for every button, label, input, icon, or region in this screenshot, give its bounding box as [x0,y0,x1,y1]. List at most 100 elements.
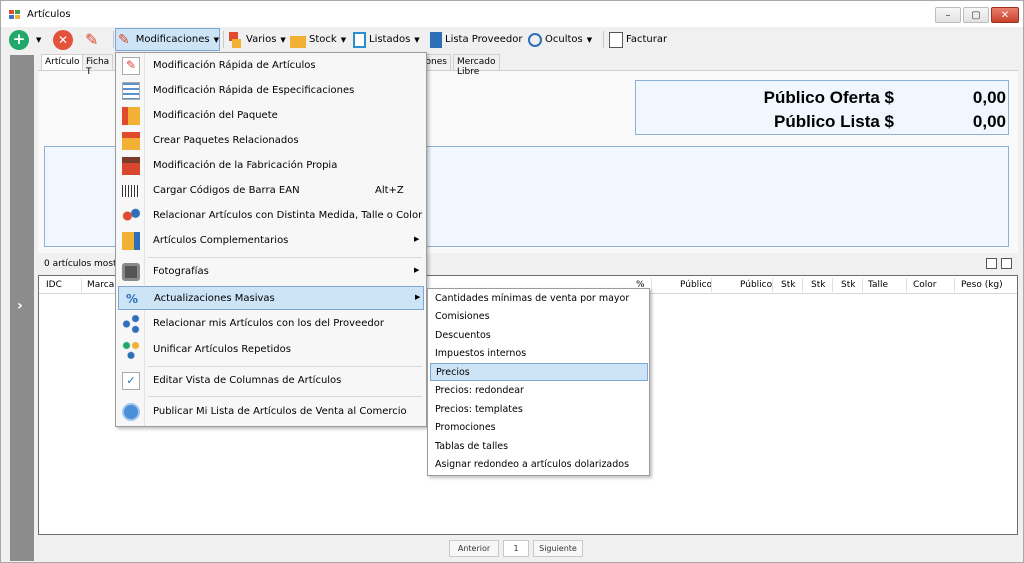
pencil-doc-icon: ✎ [122,57,140,75]
col-stk-3[interactable]: Stk [841,280,855,290]
facturar-label: Facturar [626,34,668,45]
grid-export-icon[interactable] [986,258,997,269]
varios-label: Varios [246,34,277,45]
page-number-field[interactable]: 1 [503,540,529,557]
col-talle[interactable]: Talle [868,280,888,290]
submenu-item-precios[interactable]: Precios [430,363,648,381]
list-icon [122,82,140,100]
modificaciones-dropdown: ✎ Modificación Rápida de Artículos Modif… [115,52,427,427]
col-idc[interactable]: IDC [46,280,62,290]
shapes-icon [227,31,243,48]
col-color[interactable]: Color [913,280,937,290]
toolbar: + ▼ ✕ ✎ ✎ Modificaciones ▼ Varios ▼ Stoc… [9,28,1017,52]
relate-icon [122,207,140,225]
menu-item-unificar[interactable]: Unificar Artículos Repetidos [118,338,424,362]
maximize-button[interactable]: ▢ [963,7,989,23]
factory-icon [122,157,140,175]
barcode-icon [122,185,140,197]
clipboard-icon [353,31,366,48]
supplier-list-icon [430,31,442,48]
menu-item-especificaciones[interactable]: Modificación Rápida de Especificaciones [118,79,424,103]
minimize-button[interactable]: – [935,7,961,23]
menu-item-editar-columnas[interactable]: ✓ Editar Vista de Columnas de Artículos [118,369,424,393]
percent-icon: % [125,292,139,306]
ocultos-menu[interactable]: Ocultos ▼ [528,28,598,51]
package-icon [122,107,140,125]
lista-proveedor-button[interactable]: Lista Proveedor [430,28,524,51]
delete-icon: ✕ [53,29,73,50]
edit-doc-icon: ✎ [118,31,130,48]
prev-page-button[interactable]: Anterior [449,540,499,557]
precio-oferta-row: Público Oferta $ 0,00 [636,88,1010,110]
col-marca[interactable]: Marca [87,280,114,290]
col-publico-1[interactable]: Público [680,280,712,290]
precio-lista-label: Público Lista $ [774,112,894,131]
invoice-icon [609,31,623,48]
menu-item-modificacion-rapida[interactable]: ✎ Modificación Rápida de Artículos [118,54,424,78]
pencil-icon: ✎ [85,29,99,49]
merge-icon [122,341,140,359]
window-title: Artículos [27,9,71,20]
varios-menu[interactable]: Varios ▼ [227,28,287,51]
menu-item-complementarios[interactable]: Artículos Complementarios ▶ [118,229,424,253]
modificaciones-label: Modificaciones [135,34,210,45]
col-stk-1[interactable]: Stk [781,280,795,290]
plus-icon: + [9,29,29,50]
magnifier-icon [528,32,542,47]
menu-item-relacionar-medida[interactable]: Relacionar Artículos con Distinta Medida… [118,204,424,228]
submenu-item-cantidades-minimas[interactable]: Cantidades mínimas de venta por mayor [430,290,648,308]
tab-mercado-libre[interactable]: Mercado Libre [453,54,500,77]
tab-ficha[interactable]: Ficha T [82,54,114,77]
checklist-icon: ✓ [122,372,140,390]
close-button[interactable]: ✕ [991,7,1019,23]
submenu-item-promociones[interactable]: Promociones [430,419,648,437]
listados-menu[interactable]: Listados ▼ [353,28,423,51]
add-button[interactable]: + ▼ [9,28,45,51]
submenu-item-descuentos[interactable]: Descuentos [430,327,648,345]
share-icon [122,315,140,333]
submenu-item-redondeo-dolarizados[interactable]: Asignar redondeo a artículos dolarizados [430,456,648,474]
articles-count-status: 0 artículos mostra [44,259,126,269]
precio-oferta-label: Público Oferta $ [763,88,894,107]
chevron-right-icon: › [17,298,23,314]
menu-item-paquetes-relacionados[interactable]: Crear Paquetes Relacionados [118,129,424,153]
listados-label: Listados [369,34,411,45]
box-icon [290,35,306,48]
precio-lista-value: 0,00 [972,112,1006,131]
submenu-item-precios-templates[interactable]: Precios: templates [430,401,648,419]
submenu-item-precios-redondear[interactable]: Precios: redondear [430,382,648,400]
precio-lista-row: Público Lista $ 0,00 [636,112,1010,134]
actualizaciones-masivas-submenu: Cantidades mínimas de venta por mayor Co… [427,288,650,476]
submenu-item-comisiones[interactable]: Comisiones [430,308,648,326]
submenu-item-tablas-talles[interactable]: Tablas de talles [430,438,648,456]
next-page-button[interactable]: Siguiente [533,540,583,557]
col-publico-2[interactable]: Público [740,280,772,290]
submenu-item-impuestos-internos[interactable]: Impuestos internos [430,345,648,363]
price-summary: Público Oferta $ 0,00 Público Lista $ 0,… [635,80,1009,135]
articulos-window: Artículos – ▢ ✕ + ▼ ✕ ✎ ✎ Modificaciones… [0,0,1024,563]
app-icon [9,10,21,20]
col-stk-2[interactable]: Stk [811,280,825,290]
title-bar: Artículos – ▢ ✕ [1,1,1023,27]
ocultos-label: Ocultos [545,34,583,45]
lista-proveedor-label: Lista Proveedor [445,34,523,45]
menu-item-publicar-lista[interactable]: Publicar Mi Lista de Artículos de Venta … [118,400,424,424]
menu-item-codigos-barra[interactable]: Cargar Códigos de Barra EAN Alt+Z [118,179,424,203]
edit-button[interactable]: ✎ [85,28,109,51]
modificaciones-menu[interactable]: ✎ Modificaciones ▼ [115,28,220,51]
stock-menu[interactable]: Stock ▼ [290,28,348,51]
facturar-button[interactable]: Facturar [609,28,673,51]
delete-button[interactable]: ✕ [53,28,77,51]
side-expand-strip[interactable]: › [10,55,34,561]
menu-item-relacionar-proveedor[interactable]: Relacionar mis Artículos con los del Pro… [118,312,424,336]
globe-icon [122,403,140,421]
tab-articulo[interactable]: Artículo [41,54,84,70]
menu-item-fotografias[interactable]: Fotografías ▶ [118,260,424,284]
package-link-icon [122,132,140,150]
menu-item-fabricacion-propia[interactable]: Modificación de la Fabricación Propia [118,154,424,178]
menu-item-paquete[interactable]: Modificación del Paquete [118,104,424,128]
camera-icon [122,263,140,281]
col-peso[interactable]: Peso (kg) [961,280,1003,290]
grid-print-icon[interactable] [1001,258,1012,269]
menu-item-actualizaciones-masivas[interactable]: % Actualizaciones Masivas ▶ [118,286,424,310]
